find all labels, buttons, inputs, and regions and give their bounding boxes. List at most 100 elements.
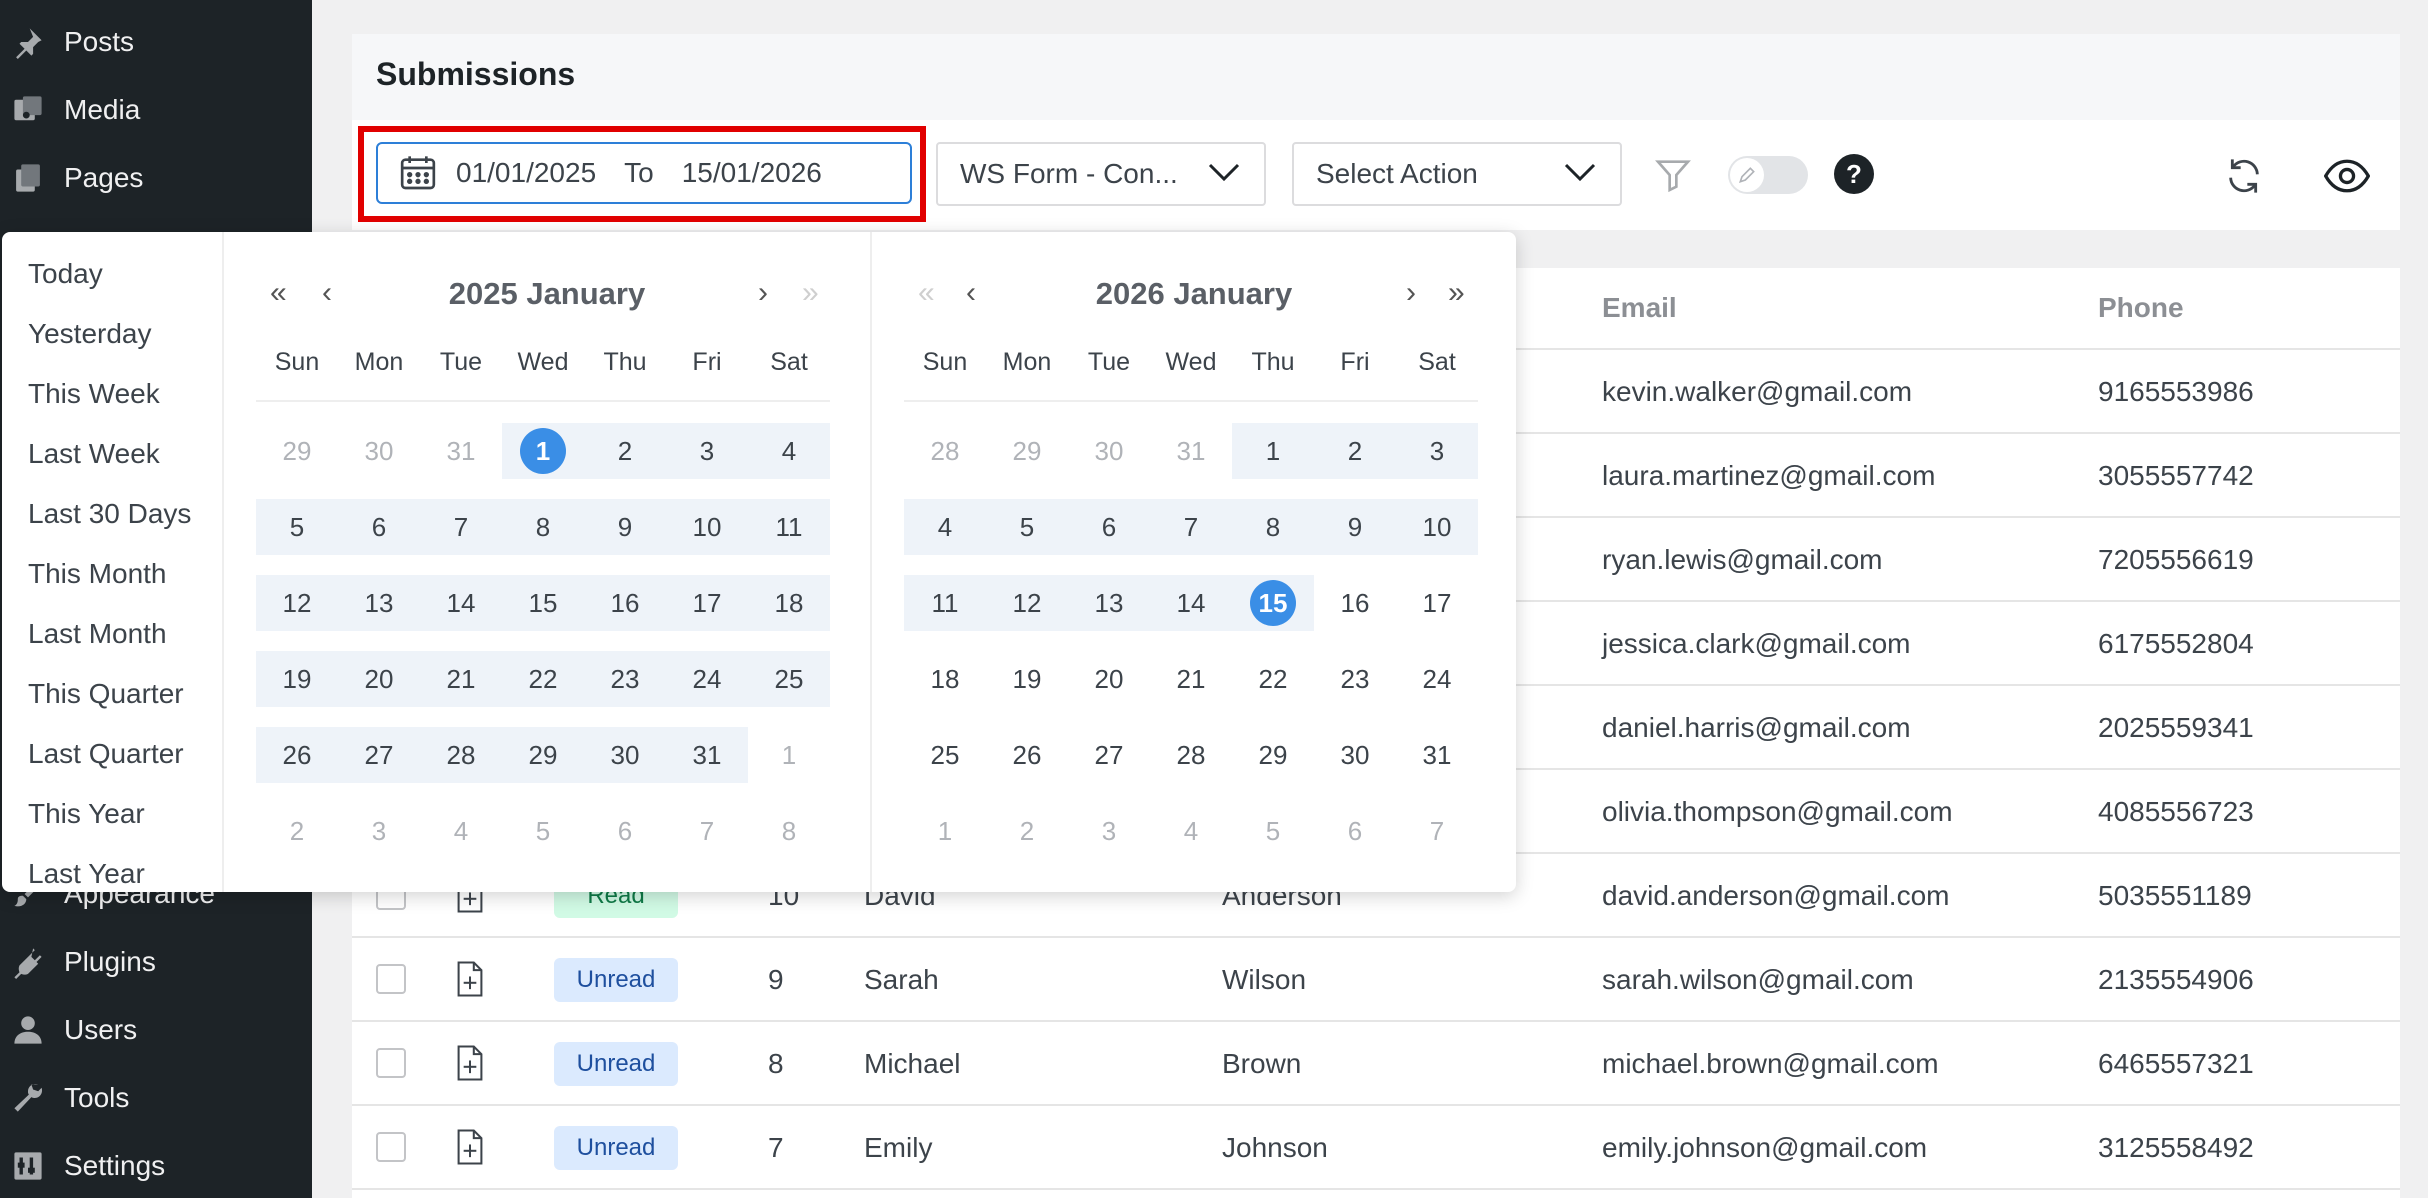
sidebar-item-settings[interactable]: Settings (0, 1134, 312, 1198)
table-row[interactable]: Unread 8 Michael Brown michael.brown@gma… (352, 1022, 2400, 1106)
calendar-day[interactable]: 1 (502, 428, 584, 474)
calendar-day[interactable]: 16 (584, 580, 666, 626)
calendar-day[interactable]: 29 (256, 428, 338, 474)
edit-mode-toggle[interactable] (1728, 156, 1808, 194)
preset-last-month[interactable]: Last Month (28, 618, 167, 650)
column-email[interactable]: Email (1602, 292, 1677, 324)
calendar-day[interactable]: 16 (1314, 580, 1396, 626)
calendar-day[interactable]: 30 (338, 428, 420, 474)
date-range-input[interactable]: 01/01/2025 To 15/01/2026 (376, 142, 912, 204)
prev-month-button[interactable]: ‹ (966, 278, 976, 308)
calendar-day[interactable]: 11 (748, 504, 830, 550)
calendar-day[interactable]: 29 (502, 732, 584, 778)
row-checkbox[interactable] (376, 1048, 406, 1078)
calendar-day[interactable]: 29 (986, 428, 1068, 474)
calendar-day[interactable]: 27 (338, 732, 420, 778)
calendar-day[interactable]: 9 (584, 504, 666, 550)
calendar-day[interactable]: 3 (338, 808, 420, 854)
file-plus-icon[interactable] (454, 960, 486, 998)
sidebar-item-posts[interactable]: Posts (0, 10, 312, 74)
calendar-day[interactable]: 27 (1068, 732, 1150, 778)
calendar-day[interactable]: 14 (1150, 580, 1232, 626)
calendar-day[interactable]: 31 (1396, 732, 1478, 778)
calendar-day[interactable]: 10 (1396, 504, 1478, 550)
sidebar-item-pages[interactable]: Pages (0, 146, 312, 210)
row-checkbox[interactable] (376, 1132, 406, 1162)
calendar-day[interactable]: 31 (420, 428, 502, 474)
calendar-day[interactable]: 5 (256, 504, 338, 550)
next-year-button[interactable]: » (1448, 278, 1465, 308)
calendar-day[interactable]: 7 (1396, 808, 1478, 854)
calendar-day[interactable]: 28 (1150, 732, 1232, 778)
calendar-day[interactable]: 8 (502, 504, 584, 550)
table-row[interactable]: Unread 9 Sarah Wilson sarah.wilson@gmail… (352, 938, 2400, 1022)
calendar-day[interactable]: 23 (1314, 656, 1396, 702)
calendar-day[interactable]: 31 (1150, 428, 1232, 474)
help-icon[interactable]: ? (1834, 154, 1874, 194)
calendar-day[interactable]: 4 (420, 808, 502, 854)
calendar-day[interactable]: 14 (420, 580, 502, 626)
table-row[interactable]: Unread 7 Emily Johnson emily.johnson@gma… (352, 1106, 2400, 1190)
calendar-day[interactable]: 3 (1068, 808, 1150, 854)
calendar-day[interactable]: 7 (1150, 504, 1232, 550)
sidebar-item-plugins[interactable]: Plugins (0, 930, 312, 994)
sidebar-item-users[interactable]: Users (0, 998, 312, 1062)
next-month-button[interactable]: › (1406, 278, 1416, 308)
calendar-day[interactable]: 4 (904, 504, 986, 550)
calendar-day[interactable]: 19 (256, 656, 338, 702)
calendar-day[interactable]: 5 (1232, 808, 1314, 854)
calendar-day[interactable]: 3 (666, 428, 748, 474)
preset-this-quarter[interactable]: This Quarter (28, 678, 184, 710)
calendar-day[interactable]: 7 (420, 504, 502, 550)
calendar-day[interactable]: 13 (338, 580, 420, 626)
calendar-day[interactable]: 6 (1068, 504, 1150, 550)
file-plus-icon[interactable] (454, 1044, 486, 1082)
calendar-day[interactable]: 28 (904, 428, 986, 474)
preset-last-year[interactable]: Last Year (28, 858, 145, 890)
preset-last-30-days[interactable]: Last 30 Days (28, 498, 191, 530)
calendar-day[interactable]: 24 (666, 656, 748, 702)
refresh-icon[interactable] (2222, 154, 2266, 198)
calendar-day[interactable]: 18 (904, 656, 986, 702)
calendar-day[interactable]: 30 (1068, 428, 1150, 474)
calendar-day[interactable]: 6 (338, 504, 420, 550)
calendar-day[interactable]: 8 (748, 808, 830, 854)
form-select[interactable]: WS Form - Con... (936, 142, 1266, 206)
calendar-day[interactable]: 2 (1314, 428, 1396, 474)
next-month-button[interactable]: › (758, 278, 768, 308)
preset-yesterday[interactable]: Yesterday (28, 318, 152, 350)
calendar-day[interactable]: 22 (502, 656, 584, 702)
column-phone[interactable]: Phone (2098, 292, 2184, 324)
calendar-day[interactable]: 15 (502, 580, 584, 626)
calendar-day[interactable]: 10 (666, 504, 748, 550)
calendar-day[interactable]: 6 (584, 808, 666, 854)
calendar-day[interactable]: 7 (666, 808, 748, 854)
calendar-day[interactable]: 21 (1150, 656, 1232, 702)
calendar-day[interactable]: 25 (904, 732, 986, 778)
calendar-day[interactable]: 28 (420, 732, 502, 778)
calendar-day[interactable]: 2 (256, 808, 338, 854)
calendar-day[interactable]: 21 (420, 656, 502, 702)
calendar-day[interactable]: 12 (986, 580, 1068, 626)
row-checkbox[interactable] (376, 964, 406, 994)
calendar-day[interactable]: 17 (666, 580, 748, 626)
calendar-day[interactable]: 4 (1150, 808, 1232, 854)
calendar-day[interactable]: 4 (748, 428, 830, 474)
calendar-day[interactable]: 6 (1314, 808, 1396, 854)
preset-this-year[interactable]: This Year (28, 798, 145, 830)
calendar-day[interactable]: 29 (1232, 732, 1314, 778)
sidebar-item-tools[interactable]: Tools (0, 1066, 312, 1130)
calendar-day[interactable]: 30 (584, 732, 666, 778)
calendar-day[interactable]: 25 (748, 656, 830, 702)
calendar-day[interactable]: 5 (502, 808, 584, 854)
calendar-day[interactable]: 11 (904, 580, 986, 626)
file-plus-icon[interactable] (454, 1128, 486, 1166)
calendar-day[interactable]: 12 (256, 580, 338, 626)
preset-this-month[interactable]: This Month (28, 558, 167, 590)
preset-last-quarter[interactable]: Last Quarter (28, 738, 184, 770)
preset-last-week[interactable]: Last Week (28, 438, 160, 470)
prev-year-button[interactable]: « (270, 278, 287, 308)
calendar-day[interactable]: 23 (584, 656, 666, 702)
calendar-day[interactable]: 1 (1232, 428, 1314, 474)
prev-month-button[interactable]: ‹ (322, 278, 332, 308)
